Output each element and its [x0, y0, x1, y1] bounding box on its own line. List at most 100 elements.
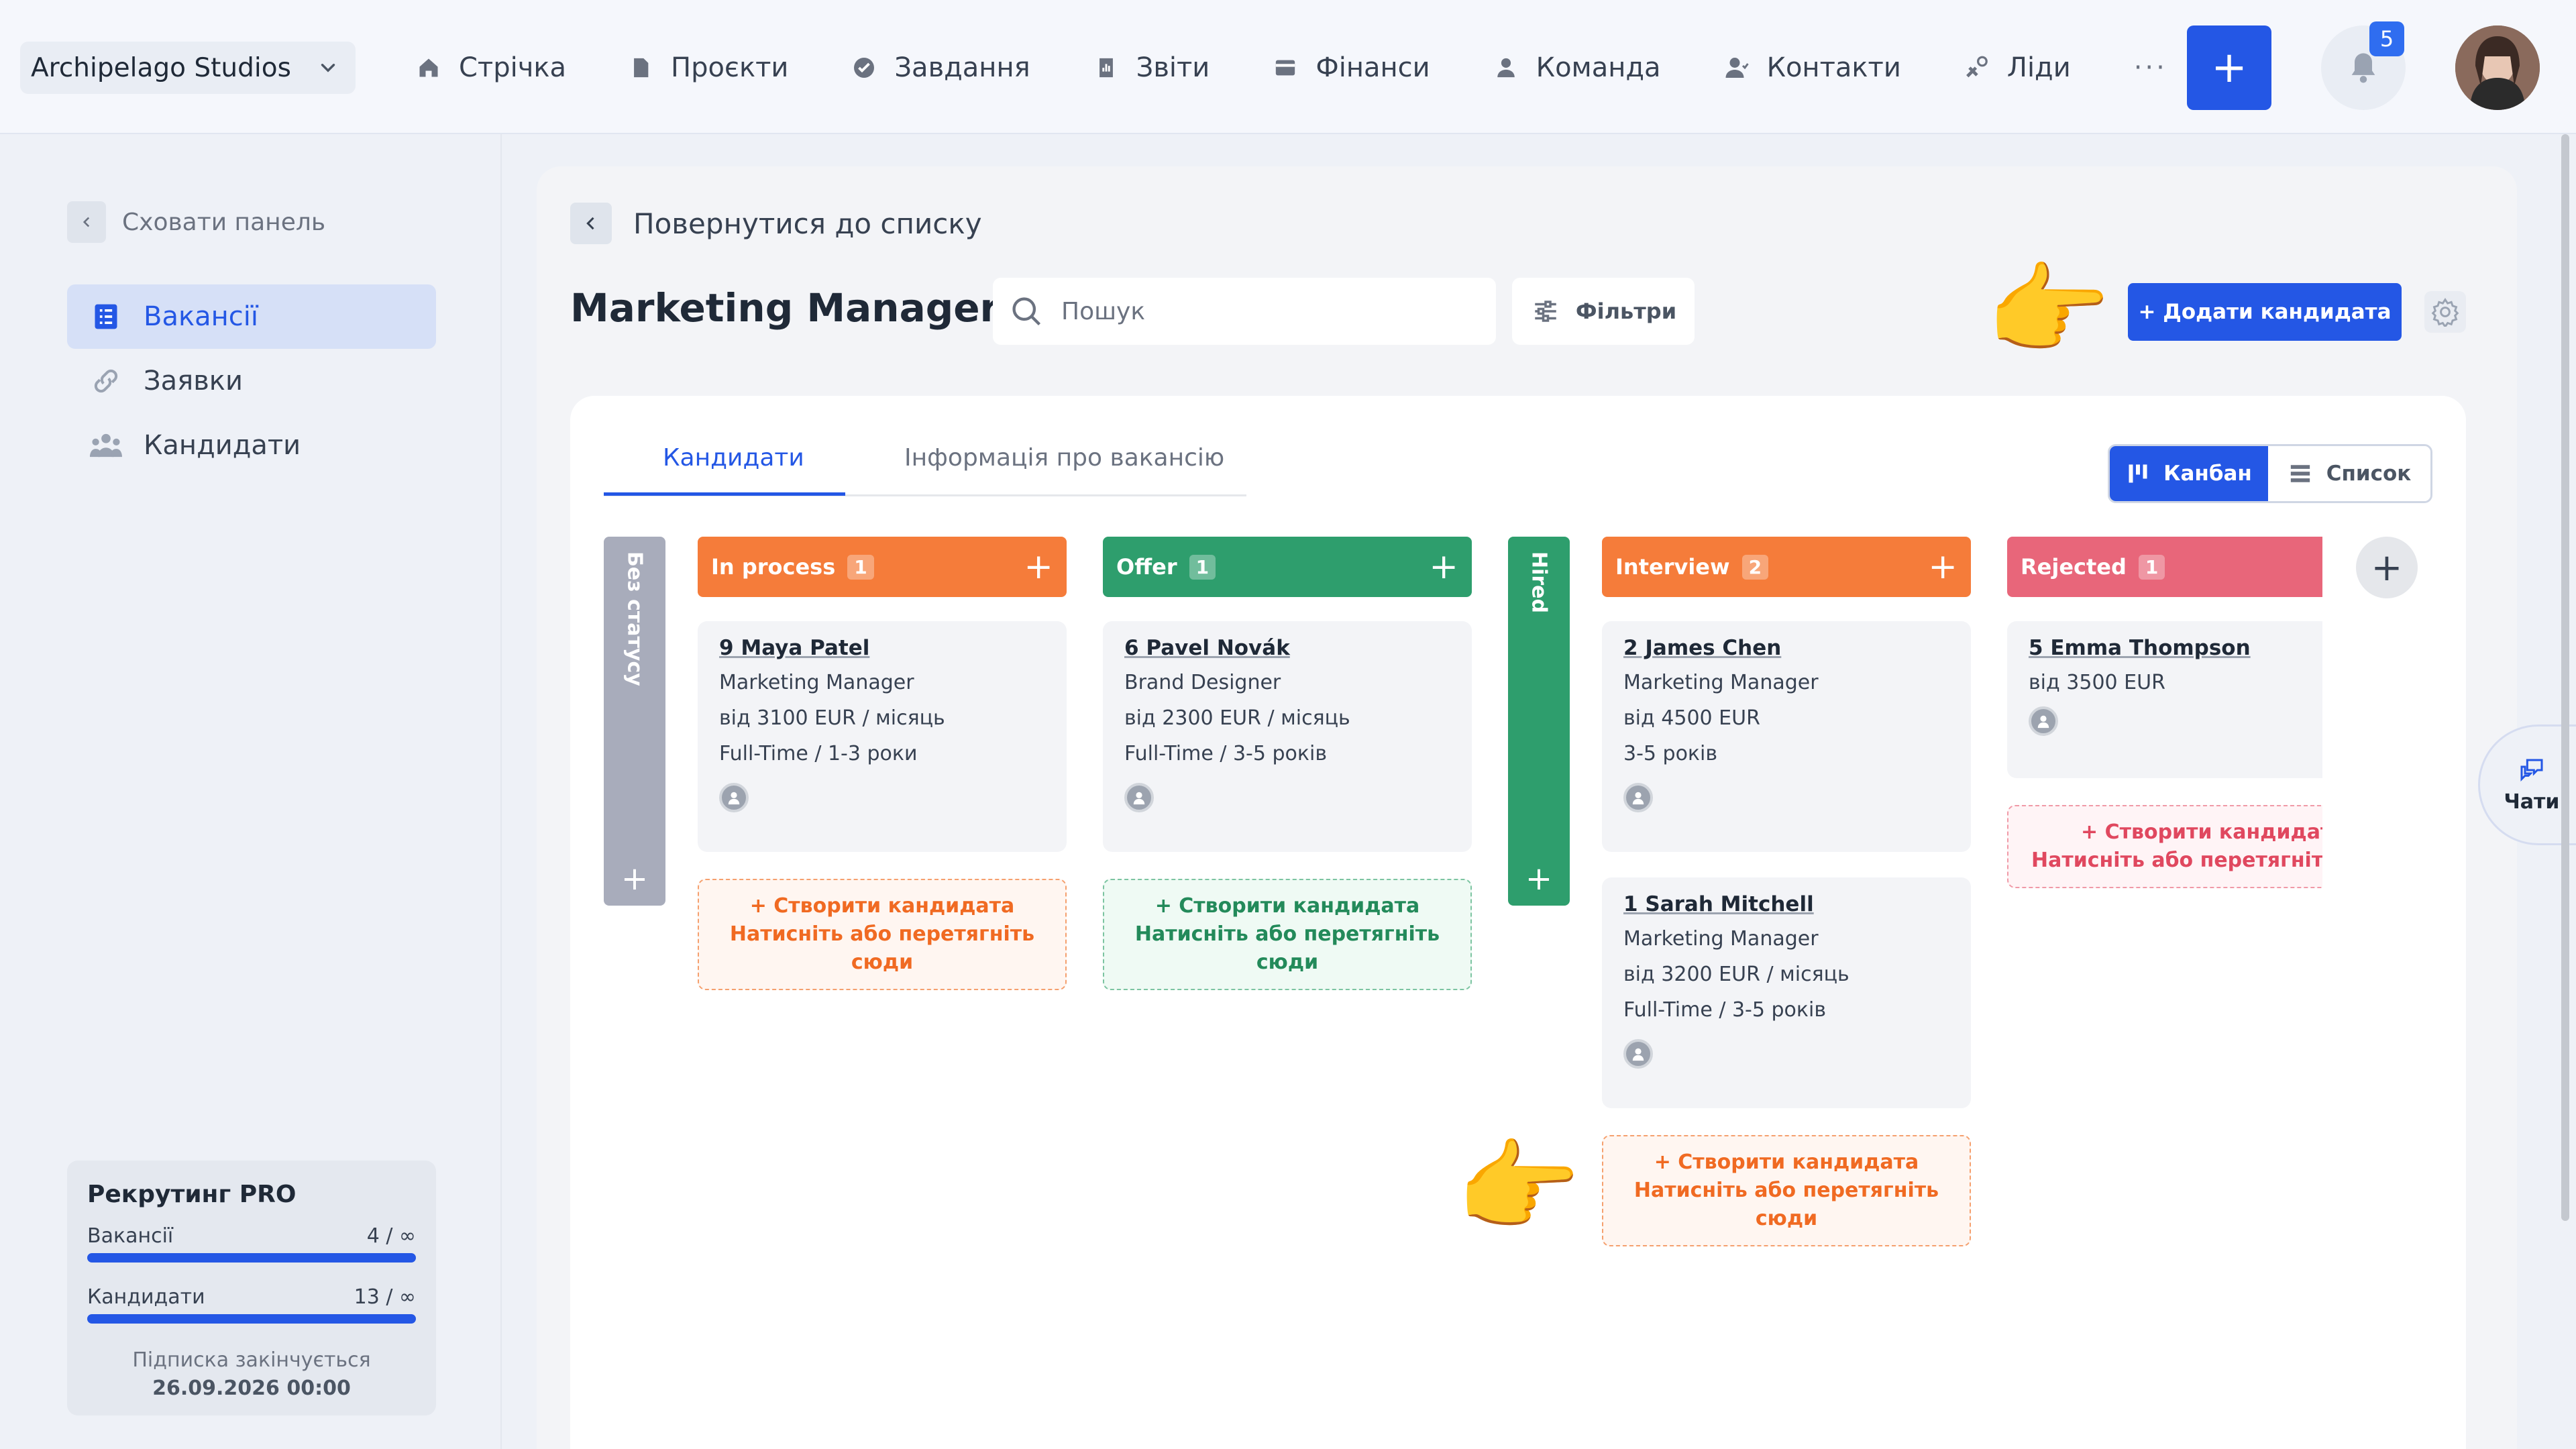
candidate-name[interactable]: 9 Maya Patel: [719, 636, 1045, 660]
nav-item-tasks[interactable]: Завдання: [851, 52, 1030, 83]
candidate-avatar-icon: [1623, 1039, 1653, 1069]
search-field[interactable]: [993, 278, 1496, 345]
column-count-badge: 1: [1189, 554, 1216, 580]
create-candidate-dropzone[interactable]: + Створити кандидата Натисніть або перет…: [1602, 1135, 1971, 1246]
filters-button[interactable]: Фільтри: [1512, 278, 1695, 345]
create-candidate-dropzone[interactable]: + Створити кандидата Натисніть або перет…: [2007, 805, 2322, 888]
candidate-salary: від 4500 EUR: [1623, 706, 1760, 730]
vacancy-tabs: Кандидати Інформація про вакансію: [604, 436, 1246, 496]
column-name: In process: [711, 554, 836, 580]
plan-candidates-row: Кандидати 13 / ∞: [87, 1285, 416, 1309]
tab-vacancy-info[interactable]: Інформація про вакансію: [904, 444, 1224, 472]
dropzone-drag-hint: Натисніть або перетягніть ск: [2031, 849, 2322, 872]
search-icon: [1012, 297, 1041, 326]
dropzone-create-label: + Створити кандидата: [2081, 820, 2322, 844]
plan-vacancies-row: Вакансії 4 / ∞: [87, 1224, 416, 1248]
candidate-avatar-icon: [719, 783, 749, 812]
check-circle-icon: [851, 55, 877, 80]
list-lines-icon: [2288, 462, 2313, 485]
add-candidate-button[interactable]: + Додати кандидата: [2128, 283, 2402, 341]
plan-vacancies-value: 4 / ∞: [366, 1224, 416, 1248]
sidebar-item-applications[interactable]: Заявки: [67, 349, 436, 413]
candidate-name[interactable]: 6 Pavel Novák: [1124, 636, 1450, 660]
workspace-name: Archipelago Studios: [31, 52, 291, 83]
back-to-list-link[interactable]: Повернутися до списку: [570, 203, 982, 244]
kanban-icon: [2126, 462, 2150, 486]
settings-button[interactable]: [2424, 291, 2466, 333]
nav-label: Ліди: [2006, 52, 2071, 83]
plus-icon[interactable]: +: [621, 863, 648, 895]
filters-label: Фільтри: [1575, 299, 1677, 324]
dropzone-create-label: + Створити кандидата: [749, 894, 1015, 918]
column-name: Offer: [1116, 554, 1177, 580]
page-scrollbar[interactable]: [2561, 134, 2569, 1221]
nav-item-leads[interactable]: Ліди: [1964, 52, 2071, 83]
view-kanban-button[interactable]: Канбан: [2110, 446, 2268, 501]
candidate-card[interactable]: 6 Pavel Novák Brand Designer від 2300 EU…: [1103, 621, 1472, 852]
nav-item-projects[interactable]: Проєкти: [628, 52, 788, 83]
candidate-card[interactable]: 2 James Chen Marketing Manager від 4500 …: [1602, 621, 1971, 852]
nav-label: Проєкти: [671, 52, 789, 83]
candidate-name[interactable]: 5 Emma Thompson: [2029, 636, 2322, 660]
column-no-status[interactable]: Без статусу +: [604, 537, 665, 906]
candidate-avatar-icon: [1124, 783, 1154, 812]
nav-item-finance[interactable]: Фінанси: [1273, 52, 1430, 83]
candidate-card[interactable]: 5 Emma Thompson від 3500 EUR: [2007, 621, 2322, 778]
candidate-card[interactable]: 9 Maya Patel Marketing Manager від 3100 …: [698, 621, 1067, 852]
sidebar-menu: Вакансії Заявки Кандидати: [67, 284, 436, 478]
sidebar-item-vacancies[interactable]: Вакансії: [67, 284, 436, 349]
column-title: Interview 2: [1615, 554, 1769, 580]
add-to-column-button[interactable]: +: [1928, 549, 1957, 584]
candidate-name[interactable]: 1 Sarah Mitchell: [1623, 892, 1949, 916]
chevron-left-icon: [67, 201, 106, 243]
column-title: Rejected 1: [2021, 554, 2165, 580]
plus-icon[interactable]: +: [1525, 863, 1552, 895]
create-candidate-dropzone[interactable]: + Створити кандидата Натисніть або перет…: [1103, 879, 1472, 990]
sidebar-item-label: Заявки: [144, 366, 243, 396]
sidebar-item-label: Вакансії: [144, 301, 258, 332]
sidebar-item-label: Кандидати: [144, 430, 301, 461]
candidate-name[interactable]: 2 James Chen: [1623, 636, 1949, 660]
search-input[interactable]: [1061, 297, 1464, 325]
candidate-card[interactable]: 1 Sarah Mitchell Marketing Manager від 3…: [1602, 877, 1971, 1108]
candidate-position: Brand Designer: [1124, 671, 1281, 694]
create-candidate-dropzone[interactable]: + Створити кандидата Натисніть або перет…: [698, 879, 1067, 990]
nav-item-team[interactable]: Команда: [1493, 52, 1661, 83]
chevron-left-icon: [570, 203, 612, 244]
back-to-list-label: Повернутися до списку: [633, 207, 982, 240]
plan-vacancies-bar: [87, 1253, 416, 1263]
nav-item-feed[interactable]: Стрічка: [416, 52, 566, 83]
global-add-button[interactable]: +: [2187, 25, 2271, 110]
column-header: Interview 2 +: [1602, 537, 1971, 597]
plan-candidates-label: Кандидати: [87, 1285, 205, 1309]
pointing-hand-icon: 👉: [1986, 252, 2111, 369]
view-list-button[interactable]: Список: [2268, 446, 2430, 501]
tab-candidates[interactable]: Кандидати: [663, 444, 804, 472]
chats-label: Чати: [2504, 790, 2560, 814]
sidebar-item-candidates[interactable]: Кандидати: [67, 413, 436, 478]
leads-icon: [1964, 55, 1990, 80]
view-kanban-label: Канбан: [2163, 462, 2252, 486]
nav-item-reports[interactable]: Звіти: [1093, 52, 1210, 83]
add-to-column-button[interactable]: +: [1429, 549, 1458, 584]
column-in-process: In process 1 + 9 Maya Patel Marketing Man…: [698, 537, 1067, 990]
user-avatar[interactable]: [2455, 25, 2540, 110]
more-dots-icon: ···: [2133, 52, 2167, 83]
link-icon: [90, 365, 122, 397]
subscription-plan-card: Рекрутинг PRO Вакансії 4 / ∞ Кандидати 1…: [67, 1161, 436, 1415]
workspace-selector[interactable]: Archipelago Studios: [20, 42, 356, 94]
candidate-salary: від 3500 EUR: [2029, 671, 2165, 694]
candidate-salary: від 3100 EUR / місяць: [719, 706, 945, 730]
hide-panel-label: Сховати панель: [122, 208, 326, 236]
nav-more-button[interactable]: ···: [2134, 52, 2167, 83]
column-hired[interactable]: Hired +: [1508, 537, 1570, 906]
person-icon: [1493, 55, 1519, 80]
candidate-employment: Full-Time / 3-5 років: [1623, 998, 1827, 1022]
nav-label: Стрічка: [459, 52, 567, 83]
nav-label: Звіти: [1136, 52, 1210, 83]
column-name: Interview: [1615, 554, 1730, 580]
hide-panel-button[interactable]: Сховати панель: [67, 201, 325, 243]
add-column-button[interactable]: +: [2356, 537, 2418, 598]
nav-item-contacts[interactable]: Контакти: [1724, 52, 1901, 83]
add-to-column-button[interactable]: +: [1024, 549, 1053, 584]
